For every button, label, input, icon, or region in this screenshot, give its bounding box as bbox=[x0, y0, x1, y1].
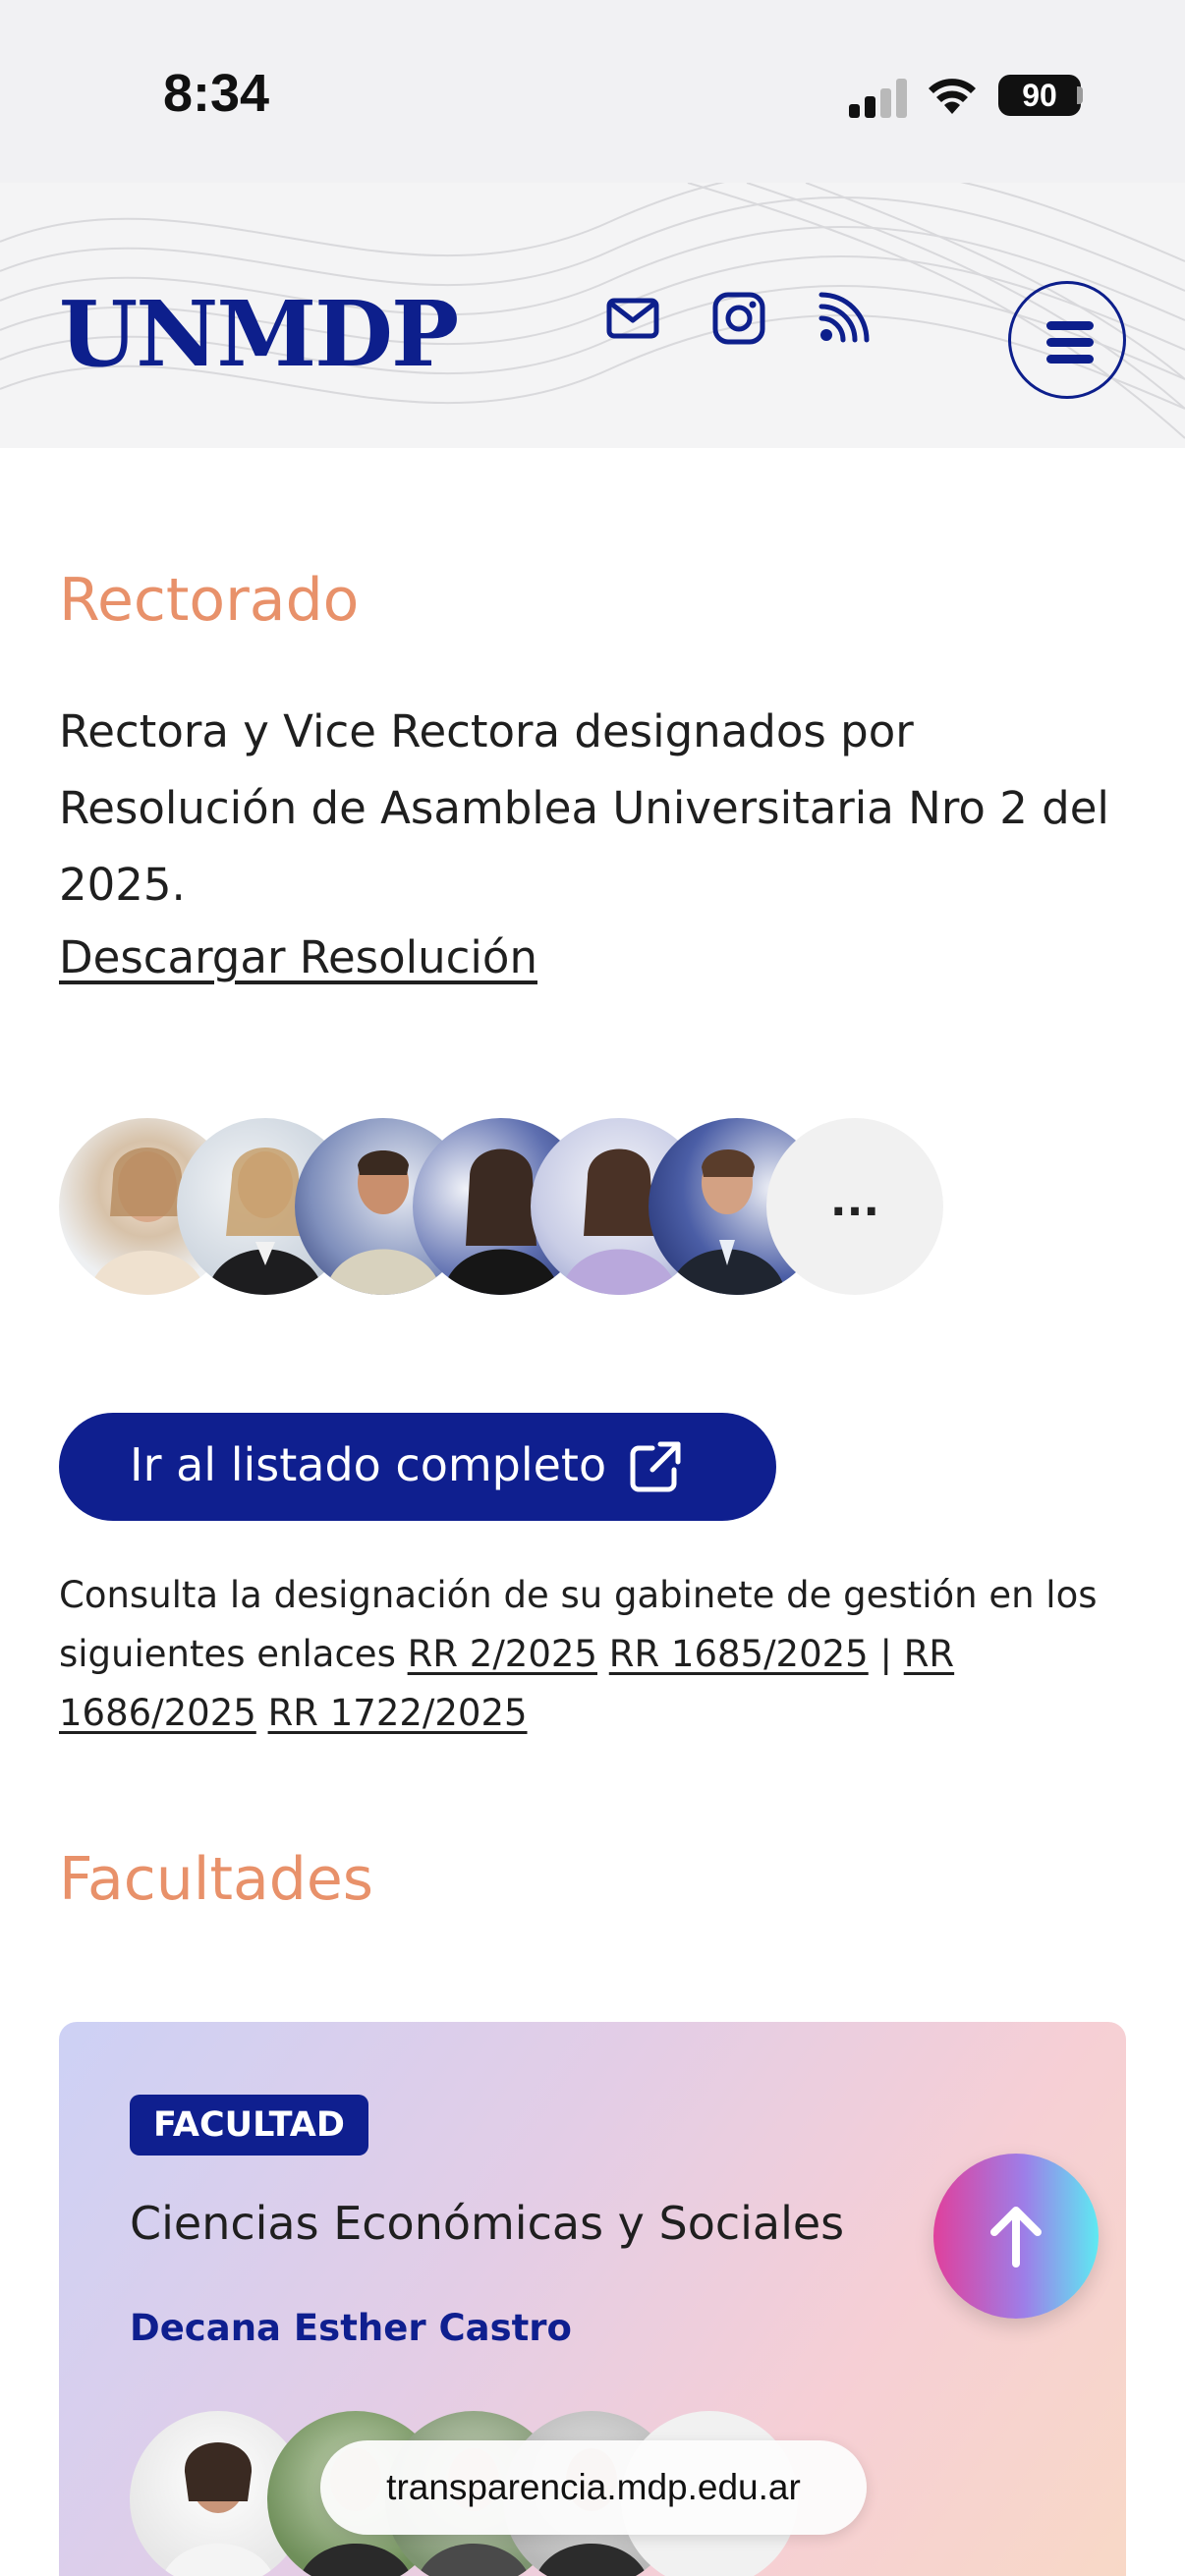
battery-icon: 90 bbox=[998, 75, 1081, 116]
battery-cap bbox=[1077, 86, 1083, 104]
resolution-link-rr-2-2025[interactable]: RR 2/2025 bbox=[408, 1633, 597, 1675]
full-list-button[interactable]: Ir al listado completo bbox=[59, 1413, 776, 1521]
download-resolution-link[interactable]: Descargar Resolución bbox=[59, 931, 537, 983]
menu-icon bbox=[1046, 321, 1094, 330]
more-authorities-button[interactable]: ... bbox=[766, 1118, 943, 1295]
faculty-badge: FACULTAD bbox=[130, 2095, 368, 2156]
rss-icon[interactable] bbox=[816, 291, 871, 346]
status-time: 8:34 bbox=[163, 64, 270, 123]
status-bar: 8:34 90 bbox=[0, 0, 1185, 183]
link-separator: | bbox=[879, 1633, 892, 1675]
external-link-icon bbox=[630, 1441, 681, 1492]
rectorado-description: Rectora y Vice Rectora designados por Re… bbox=[59, 705, 1109, 911]
mail-icon[interactable] bbox=[605, 291, 660, 346]
faculty-dean: Decana Esther Castro bbox=[130, 2307, 572, 2349]
resolution-link-rr-1722-2025[interactable]: RR 1722/2025 bbox=[268, 1692, 528, 1734]
menu-icon-bar bbox=[1046, 355, 1094, 364]
site-header: UNMDP bbox=[0, 183, 1185, 448]
menu-icon-bar bbox=[1046, 338, 1094, 347]
authorities-avatar-group[interactable]: ... bbox=[59, 1118, 943, 1295]
section-title-rectorado: Rectorado bbox=[59, 566, 360, 635]
full-list-button-label: Ir al listado completo bbox=[130, 1438, 607, 1491]
arrow-up-icon bbox=[990, 2207, 1042, 2268]
site-logo[interactable]: UNMDP bbox=[59, 281, 459, 387]
wifi-icon bbox=[929, 79, 976, 114]
browser-url-bar[interactable]: transparencia.mdp.edu.ar bbox=[320, 2440, 867, 2535]
instagram-icon[interactable] bbox=[711, 291, 766, 346]
faculty-name[interactable]: Ciencias Económicas y Sociales bbox=[130, 2197, 844, 2250]
section-title-facultades: Facultades bbox=[59, 1845, 374, 1914]
scroll-to-top-button[interactable] bbox=[933, 2154, 1099, 2319]
cellular-signal-icon bbox=[849, 79, 908, 118]
cabinet-links-paragraph: Consulta la designación de su gabinete d… bbox=[59, 1566, 1150, 1743]
resolution-link-rr-1685-2025[interactable]: RR 1685/2025 bbox=[609, 1633, 869, 1675]
menu-button[interactable] bbox=[1008, 281, 1126, 399]
